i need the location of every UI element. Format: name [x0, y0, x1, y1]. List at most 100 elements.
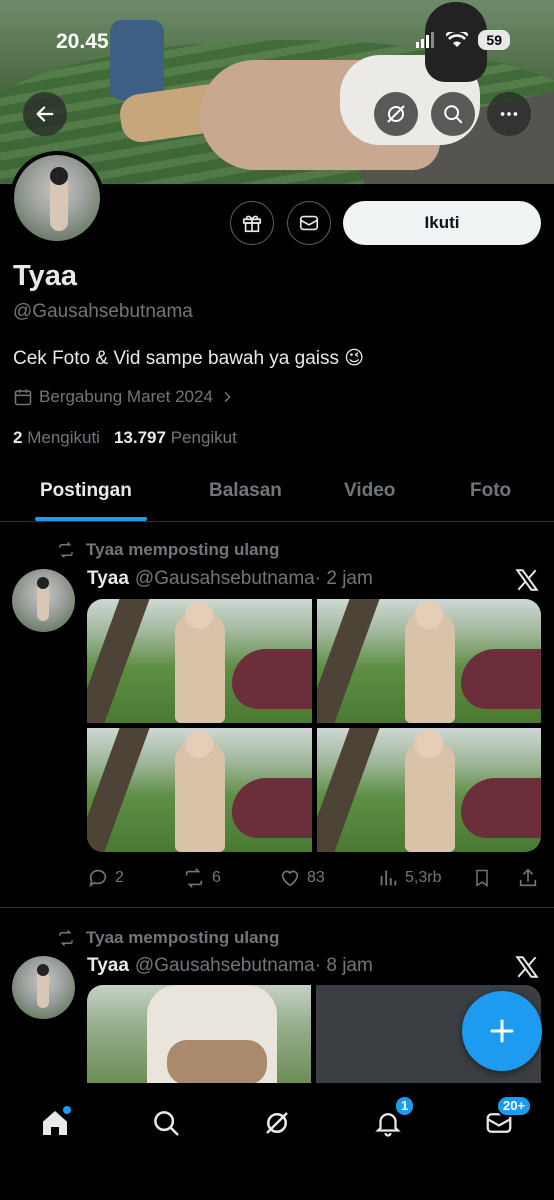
post-media-grid: [87, 599, 541, 852]
x-logo-icon: [515, 956, 539, 978]
profile-joined[interactable]: Bergabung Maret 2024: [13, 387, 235, 407]
post-divider: [0, 907, 554, 908]
post-photo[interactable]: [316, 728, 541, 852]
like-button[interactable]: 83: [279, 867, 325, 889]
repost-icon: [59, 541, 73, 559]
notifications-badge: 1: [394, 1095, 416, 1117]
bottom-navigation: 1 20+: [0, 1083, 554, 1200]
photo-tree: [316, 728, 380, 852]
profile-name: Tyaa: [13, 260, 77, 292]
profile-tabs: Postingan Balasan Video Foto: [0, 462, 554, 522]
heart-icon: [281, 870, 299, 887]
photo-head: [414, 730, 443, 758]
nav-grok[interactable]: [257, 1103, 297, 1143]
tab-posts[interactable]: Postingan: [40, 480, 132, 502]
reply-button[interactable]: 2: [87, 867, 124, 889]
following-link[interactable]: 2 Mengikuti: [13, 428, 100, 448]
photo-bush: [231, 778, 312, 838]
post-photo[interactable]: [316, 599, 541, 723]
share-icon: [519, 868, 537, 887]
back-button[interactable]: [23, 92, 67, 136]
more-button[interactable]: [487, 92, 531, 136]
repost-text: Tyaa memposting ulang: [86, 540, 280, 559]
home-dot: [63, 1106, 71, 1114]
nav-home[interactable]: [35, 1103, 75, 1143]
search-icon: [154, 1111, 179, 1136]
gift-icon: [242, 215, 262, 233]
repost-icon: [59, 929, 73, 947]
photo-person: [175, 613, 225, 723]
like-count: 83: [307, 869, 325, 886]
followers-link[interactable]: 13.797 Pengikut: [114, 428, 237, 448]
follow-button[interactable]: Ikuti: [343, 201, 541, 245]
compose-button[interactable]: [462, 991, 542, 1071]
status-time: 20.45: [56, 30, 109, 53]
avatar-head: [50, 167, 68, 185]
repost-indicator: Tyaa memposting ulang: [56, 540, 279, 560]
signal-icon: [416, 32, 435, 48]
envelope-icon: [299, 215, 319, 231]
slash-circle-icon: [387, 105, 405, 123]
profile-avatar[interactable]: [10, 151, 104, 245]
repost-icon: [185, 868, 203, 888]
grok-button[interactable]: [374, 92, 418, 136]
repost-text: Tyaa memposting ulang: [86, 928, 280, 947]
arrow-left-icon: [36, 106, 54, 122]
bookmark-icon: [476, 869, 488, 887]
repost-indicator: Tyaa memposting ulang: [56, 928, 279, 948]
post-time: · 2 jam: [314, 568, 373, 589]
reply-icon: [89, 869, 107, 888]
photo-bush: [231, 649, 312, 709]
profile-bio: Cek Foto & Vid sampe bawah ya gaiss 😉: [13, 348, 365, 369]
reply-count: 2: [115, 869, 124, 886]
more-horizontal-icon: [500, 112, 518, 116]
views-button[interactable]: 5,3rb: [377, 867, 441, 889]
followers-label: Pengikut: [170, 428, 237, 447]
post-avatar[interactable]: [12, 569, 75, 632]
repost-count: 6: [212, 869, 221, 886]
photo-person: [404, 742, 455, 852]
photo-person: [175, 742, 225, 852]
photo-bush: [461, 778, 541, 838]
active-tab-indicator: [35, 517, 147, 521]
tab-replies[interactable]: Balasan: [209, 480, 282, 502]
plus-icon: [490, 1019, 514, 1043]
photo-head: [185, 730, 213, 758]
following-label: Mengikuti: [27, 428, 100, 447]
repost-button[interactable]: 6: [182, 867, 221, 889]
post-photo[interactable]: [87, 599, 312, 723]
photo-tree: [87, 728, 150, 852]
post-avatar[interactable]: [12, 956, 75, 1019]
post-author-handle[interactable]: @Gausahsebutnama: [135, 568, 315, 589]
photo-legs: [167, 1040, 267, 1085]
views-count: 5,3rb: [405, 869, 442, 886]
chevron-right-icon: [224, 391, 231, 403]
post-avatar-head: [37, 577, 49, 589]
gift-button[interactable]: [230, 201, 274, 245]
battery-indicator: 59: [478, 30, 510, 50]
followers-count: 13.797: [113, 428, 166, 447]
post-photo[interactable]: [87, 985, 311, 1085]
views-icon: [380, 870, 397, 886]
post-header: Tyaa @Gausahsebutnama· 2 jam: [87, 568, 373, 590]
post-actions: 2 6 83 5,3rb: [87, 863, 541, 893]
photo-head: [185, 601, 213, 629]
wifi-icon: [446, 32, 469, 47]
bookmark-button[interactable]: [472, 867, 492, 889]
search-button[interactable]: [431, 92, 475, 136]
joined-text: Bergabung Maret 2024: [39, 387, 213, 406]
post-author-name[interactable]: Tyaa: [87, 568, 129, 589]
message-button[interactable]: [287, 201, 331, 245]
nav-search[interactable]: [146, 1103, 186, 1143]
post-avatar-head: [37, 964, 49, 976]
tab-photos[interactable]: Foto: [470, 480, 511, 502]
post-author-handle[interactable]: @Gausahsebutnama: [135, 955, 315, 976]
photo-head: [414, 601, 443, 629]
share-button[interactable]: [517, 867, 539, 889]
post-author-name[interactable]: Tyaa: [87, 955, 129, 976]
tab-video[interactable]: Video: [344, 480, 395, 502]
slash-circle-icon: [266, 1112, 288, 1134]
photo-tree: [316, 599, 380, 723]
post-photo[interactable]: [87, 728, 312, 852]
post-header: Tyaa @Gausahsebutnama· 8 jam: [87, 955, 373, 977]
